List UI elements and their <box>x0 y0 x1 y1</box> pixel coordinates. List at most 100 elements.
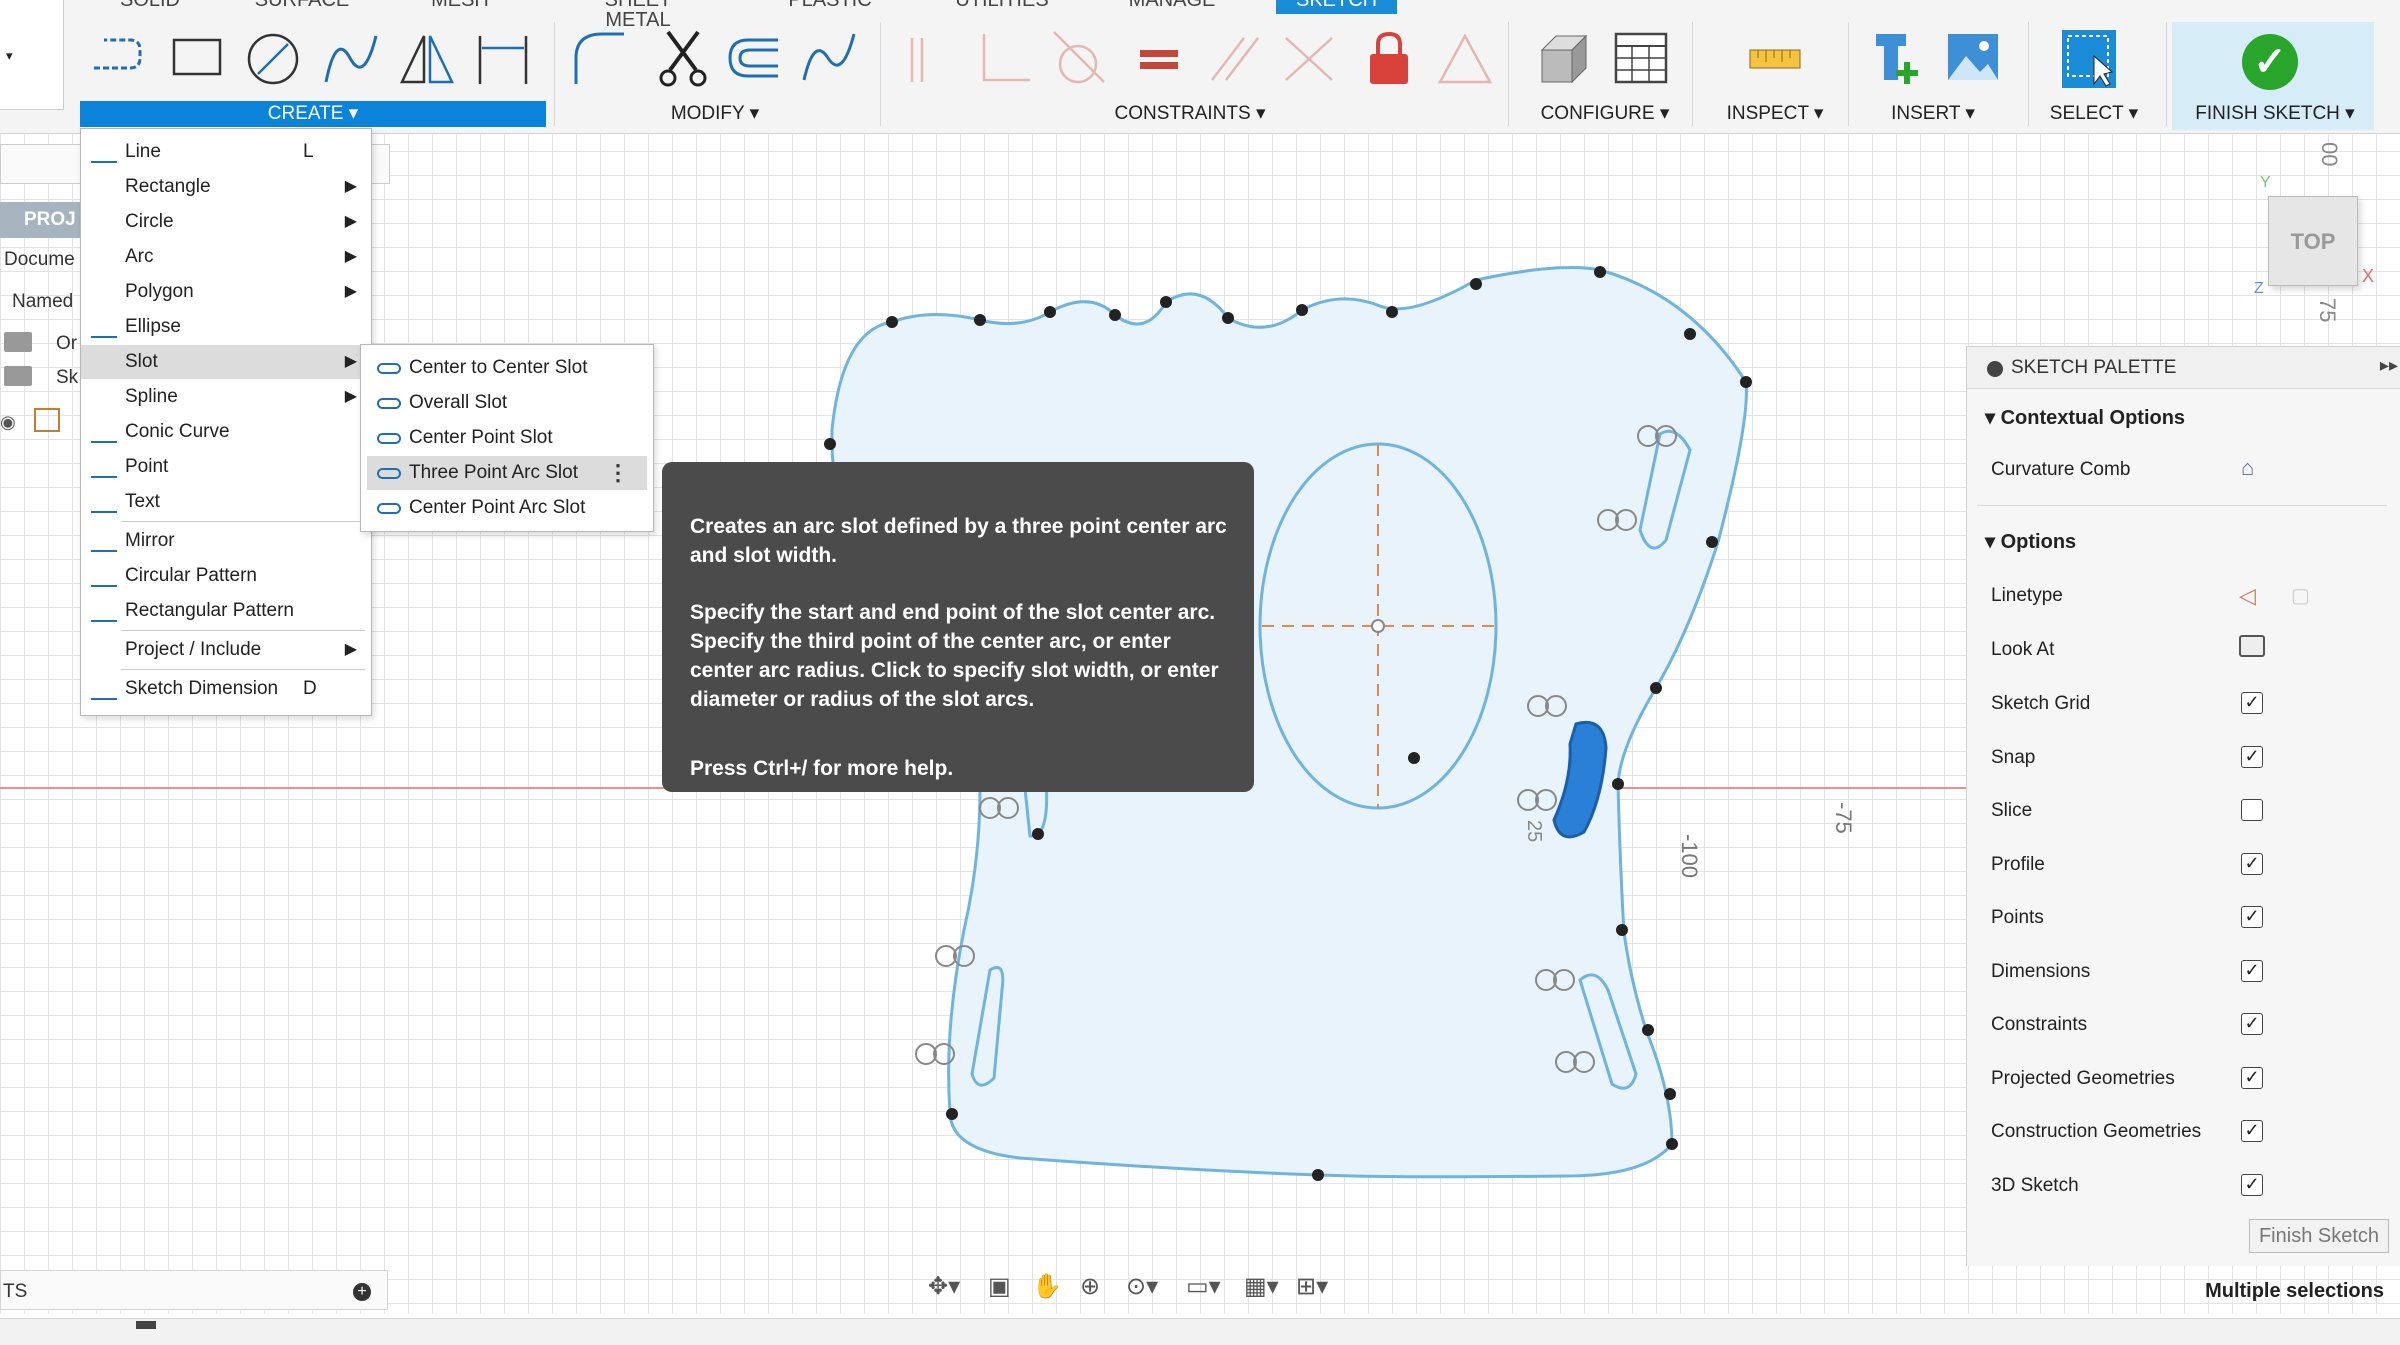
spline-edit-icon[interactable] <box>800 28 858 90</box>
line-tool-icon[interactable] <box>90 28 148 90</box>
checkbox-snap[interactable]: ✓ <box>2241 745 2263 768</box>
tab-surface[interactable]: SURFACE <box>242 0 362 14</box>
curvature-comb-icon[interactable]: ⌂ <box>2241 455 2254 481</box>
slot-menu-item-center-point-slot[interactable]: Center Point Slot <box>367 421 647 455</box>
slot-icon <box>377 468 401 479</box>
zoom-icon[interactable]: ⊕ <box>1080 1272 1100 1301</box>
slot-menu-item-overall-slot[interactable]: Overall Slot <box>367 386 647 420</box>
more-options-icon[interactable]: ⋮ <box>607 456 629 490</box>
fillet-tool-icon[interactable] <box>570 28 628 90</box>
select-cursor-icon[interactable] <box>2060 28 2118 90</box>
create-menu-item-spline[interactable]: Spline ▶ <box>81 380 371 414</box>
mirror-tool-icon[interactable] <box>398 28 456 90</box>
create-menu-item-mirror[interactable]: Mirror <box>81 524 371 558</box>
insert-menu-button[interactable]: INSERT ▾ <box>1868 101 1998 127</box>
palette-collapse-icon[interactable] <box>1987 361 2003 377</box>
dimension-tool-icon[interactable] <box>474 28 532 90</box>
create-menu-item-circle[interactable]: Circle ▶ <box>81 205 371 239</box>
circle-tool-icon[interactable] <box>244 28 302 90</box>
constraints-menu-button[interactable]: CONSTRAINTS ▾ <box>1100 101 1280 127</box>
checkbox-construction-geometries[interactable]: ✓ <box>2241 1120 2263 1142</box>
view-cube[interactable]: TOP Y X Z <box>2254 174 2374 297</box>
triangle-constraint-icon[interactable] <box>1436 28 1494 90</box>
configure-cube-icon[interactable] <box>1536 28 1594 90</box>
insert-mcmaster-icon[interactable] <box>1870 28 1928 90</box>
comments-panel[interactable]: TS + <box>0 1270 388 1310</box>
create-menu-button[interactable]: CREATE ▾ <box>80 101 546 127</box>
create-menu-item-circular-pattern[interactable]: Circular Pattern <box>81 559 371 593</box>
data-panel-toggle[interactable]: ▾ <box>0 0 64 110</box>
create-menu-item-line[interactable]: Line L <box>81 135 371 169</box>
perpendicular-constraint-icon[interactable] <box>976 28 1034 90</box>
slot-menu-item-three-point-arc-slot[interactable]: Three Point Arc Slot ⋮ <box>367 456 647 490</box>
checkbox-3d-sketch[interactable]: ✓ <box>2241 1173 2263 1196</box>
checkbox-sketch-grid[interactable]: ✓ <box>2241 692 2263 714</box>
configure-table-icon[interactable] <box>1612 28 1670 90</box>
checkbox-slice[interactable] <box>2241 799 2263 821</box>
contextual-options-header[interactable]: ▾ Contextual Options <box>1985 405 2185 430</box>
pan-hand-icon[interactable]: ✋ <box>1032 1272 1062 1301</box>
coincident-constraint-icon[interactable] <box>902 28 960 90</box>
symmetry-constraint-icon[interactable] <box>1280 28 1338 90</box>
rectangle-tool-icon[interactable] <box>168 28 226 90</box>
create-menu-item-sketch-dimension[interactable]: Sketch Dimension D <box>81 672 371 706</box>
viewcube-top-face[interactable]: TOP <box>2268 196 2358 286</box>
parallel-constraint-icon[interactable] <box>1206 28 1264 90</box>
measure-ruler-icon[interactable] <box>1746 28 1804 90</box>
display-settings-icon[interactable]: ▭▾ <box>1186 1272 1221 1301</box>
create-menu-item-conic-curve[interactable]: Conic Curve <box>81 415 371 449</box>
visibility-eye-icon[interactable]: ◉ <box>0 412 16 433</box>
spline-tool-icon[interactable] <box>322 28 380 90</box>
grid-settings-icon[interactable]: ▦▾ <box>1244 1272 1279 1301</box>
options-header[interactable]: ▾ Options <box>1985 529 2076 554</box>
checkbox-points[interactable]: ✓ <box>2241 906 2263 928</box>
slot-menu-item-center-to-center-slot[interactable]: Center to Center Slot <box>367 351 647 385</box>
create-menu-item-arc[interactable]: Arc ▶ <box>81 240 371 274</box>
offset-tool-icon[interactable] <box>724 28 782 90</box>
look-at-nav-icon[interactable]: ▣ <box>988 1272 1011 1301</box>
inspect-menu-button[interactable]: INSPECT ▾ <box>1710 101 1840 127</box>
modify-menu-button[interactable]: MODIFY ▾ <box>640 101 790 127</box>
tab-sheet-metal[interactable]: SHEET METAL <box>578 0 698 30</box>
configure-menu-button[interactable]: CONFIGURE ▾ <box>1530 101 1680 127</box>
create-menu-item-text[interactable]: Text <box>81 485 371 519</box>
tab-manage[interactable]: MANAGE <box>1112 0 1232 14</box>
tab-plastic[interactable]: PLASTIC <box>770 0 890 14</box>
tab-mesh[interactable]: MESH <box>400 0 520 14</box>
viewports-icon[interactable]: ⊞▾ <box>1296 1272 1328 1301</box>
slot-menu-item-center-point-arc-slot[interactable]: Center Point Arc Slot <box>367 491 647 525</box>
create-menu-item-project-include[interactable]: Project / Include ▶ <box>81 633 371 667</box>
tab-solid[interactable]: SOLID <box>90 0 210 14</box>
checkbox-profile[interactable]: ✓ <box>2241 852 2263 875</box>
browser-row-sketches[interactable]: Sk <box>56 360 78 396</box>
tangent-constraint-icon[interactable] <box>1050 28 1108 90</box>
checkbox-constraints[interactable]: ✓ <box>2241 1013 2263 1035</box>
linetype-centerline-icon[interactable]: ▢ <box>2291 583 2310 608</box>
look-at-icon[interactable] <box>2239 635 2265 657</box>
create-menu-item-rectangle[interactable]: Rectangle ▶ <box>81 170 371 204</box>
create-menu-item-rectangular-pattern[interactable]: Rectangular Pattern <box>81 594 371 628</box>
equal-constraint-icon[interactable] <box>1130 28 1188 90</box>
palette-finish-sketch-button[interactable]: Finish Sketch <box>2249 1219 2389 1253</box>
insert-image-icon[interactable] <box>1944 28 2002 90</box>
create-menu-item-polygon[interactable]: Polygon ▶ <box>81 275 371 309</box>
checkbox-projected-geometries[interactable]: ✓ <box>2241 1066 2263 1089</box>
orbit-icon[interactable]: ✥▾ <box>928 1272 960 1301</box>
status-bar-handle[interactable] <box>136 1321 156 1329</box>
create-menu-item-slot[interactable]: Slot ▶ <box>81 345 371 379</box>
add-comment-icon[interactable]: + <box>353 1283 371 1301</box>
tab-sketch[interactable]: SKETCH <box>1276 0 1398 14</box>
fix-lock-icon[interactable] <box>1360 28 1418 90</box>
browser-row-named-views[interactable]: Named <box>12 284 73 320</box>
checkbox-dimensions[interactable]: ✓ <box>2241 959 2263 982</box>
create-menu-item-ellipse[interactable]: Ellipse <box>81 310 371 344</box>
linetype-construction-icon[interactable]: ◁ <box>2239 583 2256 609</box>
create-menu-item-point[interactable]: Point <box>81 450 371 484</box>
palette-expand-icon[interactable]: ▸▸ <box>2380 355 2398 376</box>
select-menu-button[interactable]: SELECT ▾ <box>2036 101 2152 127</box>
zoom-window-icon[interactable]: ⊙▾ <box>1126 1272 1158 1301</box>
trim-scissors-icon[interactable] <box>654 28 712 90</box>
tab-utilities[interactable]: UTILITIES <box>942 0 1062 14</box>
browser-row-document[interactable]: Docume <box>4 242 75 278</box>
browser-row-origin[interactable]: Or <box>56 326 77 362</box>
